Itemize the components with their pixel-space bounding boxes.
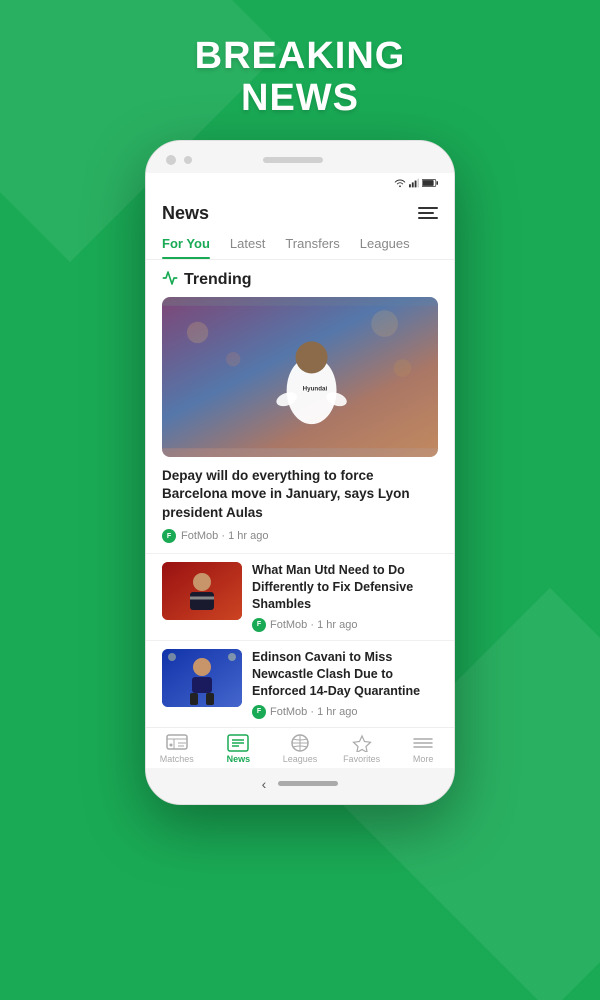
- news-source-logo-1: F: [252, 618, 266, 632]
- matches-icon: [166, 734, 188, 752]
- news-source-text-1: FotMob · 1 hr ago: [270, 619, 357, 631]
- phone-top-bar: [146, 141, 454, 173]
- news-title-1: What Man Utd Need to Do Differently to F…: [252, 562, 438, 613]
- news-info-2: Edinson Cavani to Miss Newcastle Clash D…: [252, 649, 438, 719]
- phone-speaker: [263, 157, 323, 163]
- more-icon: [412, 734, 434, 752]
- signal-icon: [409, 177, 419, 189]
- nav-label-more: More: [413, 754, 434, 764]
- breaking-news-header: BREAKING NEWS: [0, 0, 600, 140]
- news-source-row-1: F FotMob · 1 hr ago: [252, 618, 438, 632]
- nav-item-matches[interactable]: Matches: [146, 734, 208, 764]
- news-source-logo-2: F: [252, 705, 266, 719]
- hero-player-svg: Hyundai: [162, 297, 438, 457]
- camera-dot-2: [184, 156, 192, 164]
- news-title-2: Edinson Cavani to Miss Newcastle Clash D…: [252, 649, 438, 700]
- news-info-1: What Man Utd Need to Do Differently to F…: [252, 562, 438, 632]
- hamburger-line-1: [418, 207, 438, 209]
- menu-button[interactable]: [418, 207, 438, 219]
- nav-item-more[interactable]: More: [392, 734, 454, 764]
- phone-wrapper: News For You Latest Transfers Leagues: [0, 140, 600, 805]
- nav-label-matches: Matches: [160, 754, 194, 764]
- tabs-bar: For You Latest Transfers Leagues: [146, 230, 454, 260]
- hero-image[interactable]: Hyundai: [162, 297, 438, 457]
- news-thumb-1: [162, 562, 242, 620]
- battery-icon: [422, 178, 438, 188]
- hero-source-logo: F: [162, 529, 176, 543]
- home-bar[interactable]: [278, 781, 338, 786]
- news-source-row-2: F FotMob · 1 hr ago: [252, 705, 438, 719]
- news-source-text-2: FotMob · 1 hr ago: [270, 706, 357, 718]
- phone-device: News For You Latest Transfers Leagues: [145, 140, 455, 805]
- phone-bottom-bar: ‹: [146, 768, 454, 804]
- nav-label-news: News: [227, 754, 251, 764]
- nav-item-news[interactable]: News: [208, 734, 270, 764]
- app-title: News: [162, 203, 209, 224]
- tab-leagues[interactable]: Leagues: [360, 230, 410, 259]
- header-title: BREAKING NEWS: [0, 36, 600, 120]
- favorites-icon: [351, 734, 373, 752]
- tab-for-you[interactable]: For You: [162, 230, 210, 259]
- news-thumb-2: [162, 649, 242, 707]
- bottom-nav: Matches News: [146, 727, 454, 768]
- svg-text:Hyundai: Hyundai: [303, 385, 328, 392]
- hero-source-text: FotMob · 1 hr ago: [181, 530, 268, 542]
- hero-image-placeholder: Hyundai: [162, 297, 438, 457]
- tab-latest[interactable]: Latest: [230, 230, 265, 259]
- leagues-icon: [289, 734, 311, 752]
- news-item-2[interactable]: Edinson Cavani to Miss Newcastle Clash D…: [146, 640, 454, 727]
- news-icon: [227, 734, 249, 752]
- trending-icon: [162, 270, 178, 291]
- hamburger-line-2: [418, 212, 434, 214]
- nav-item-leagues[interactable]: Leagues: [269, 734, 331, 764]
- status-bar: [146, 173, 454, 193]
- status-icons: [394, 177, 438, 189]
- phone-cameras: [166, 155, 192, 165]
- nav-label-favorites: Favorites: [343, 754, 380, 764]
- hero-source-row: F FotMob · 1 hr ago: [146, 527, 454, 553]
- hero-article-title[interactable]: Depay will do everything to force Barcel…: [146, 457, 454, 528]
- trending-section-heading: Trending: [146, 260, 454, 297]
- camera-dot-1: [166, 155, 176, 165]
- nav-item-favorites[interactable]: Favorites: [331, 734, 393, 764]
- tab-transfers[interactable]: Transfers: [285, 230, 339, 259]
- nav-label-leagues: Leagues: [283, 754, 318, 764]
- trending-label: Trending: [184, 271, 252, 289]
- news-thumb-img-2: [162, 649, 242, 707]
- app-content: News For You Latest Transfers Leagues: [146, 193, 454, 768]
- wifi-icon: [394, 177, 406, 189]
- news-thumb-img-1: [162, 562, 242, 620]
- phone-side-button: [454, 261, 455, 301]
- news-item-1[interactable]: What Man Utd Need to Do Differently to F…: [146, 553, 454, 640]
- app-header: News: [146, 193, 454, 230]
- back-arrow-icon[interactable]: ‹: [262, 776, 267, 792]
- hamburger-line-3: [418, 217, 438, 219]
